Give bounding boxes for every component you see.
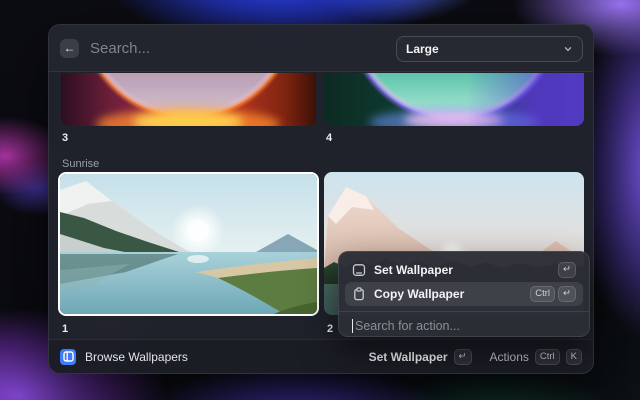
action-search-input[interactable]: Search for action...: [345, 312, 583, 340]
wallpaper-index-3: 3: [62, 132, 68, 144]
return-key-badge: ↵: [558, 262, 576, 278]
grid-size-dropdown[interactable]: Large: [396, 36, 583, 62]
section-title: Sunrise: [62, 158, 99, 170]
text-caret: [352, 319, 353, 333]
wallpaper-index-2: 2: [327, 323, 333, 335]
k-key-badge: K: [566, 349, 582, 365]
footer-actions-button[interactable]: Actions: [490, 350, 529, 364]
clipboard-icon: [352, 287, 366, 301]
display-icon: [352, 263, 366, 277]
wallpaper-thumbnail-4[interactable]: [324, 73, 584, 126]
arrow-left-icon: ←: [64, 41, 76, 55]
action-search-placeholder: Search for action...: [355, 319, 460, 333]
chevron-down-icon: [563, 44, 573, 54]
desktop-background: ← Large: [0, 0, 640, 400]
wallpaper-index-4: 4: [326, 132, 332, 144]
return-key-badge: ↵: [558, 286, 576, 302]
app-label: Browse Wallpapers: [85, 350, 188, 364]
menu-item-label: Copy Wallpaper: [374, 287, 464, 301]
ctrl-key-badge: Ctrl: [530, 286, 555, 302]
wallpaper-thumbnail-1-selected[interactable]: [58, 172, 319, 316]
ctrl-key-badge: Ctrl: [535, 349, 560, 365]
return-key-badge: ↵: [454, 349, 472, 365]
footer-bar: Browse Wallpapers Set Wallpaper ↵ Action…: [49, 339, 593, 373]
wallpapers-app-icon: [60, 349, 76, 365]
action-menu-popover: Set Wallpaper ↵ Copy Wallpaper Ctrl ↵ Se…: [338, 251, 590, 337]
back-button[interactable]: ←: [60, 39, 79, 58]
search-header: ← Large: [49, 25, 593, 72]
grid-size-value: Large: [406, 42, 439, 56]
menu-item-set-wallpaper[interactable]: Set Wallpaper ↵: [345, 258, 583, 282]
wallpaper-index-1: 1: [62, 323, 68, 335]
footer-primary-action[interactable]: Set Wallpaper: [369, 350, 448, 364]
menu-item-copy-wallpaper[interactable]: Copy Wallpaper Ctrl ↵: [345, 282, 583, 306]
menu-item-label: Set Wallpaper: [374, 263, 453, 277]
wallpaper-thumbnail-3[interactable]: [61, 73, 316, 126]
